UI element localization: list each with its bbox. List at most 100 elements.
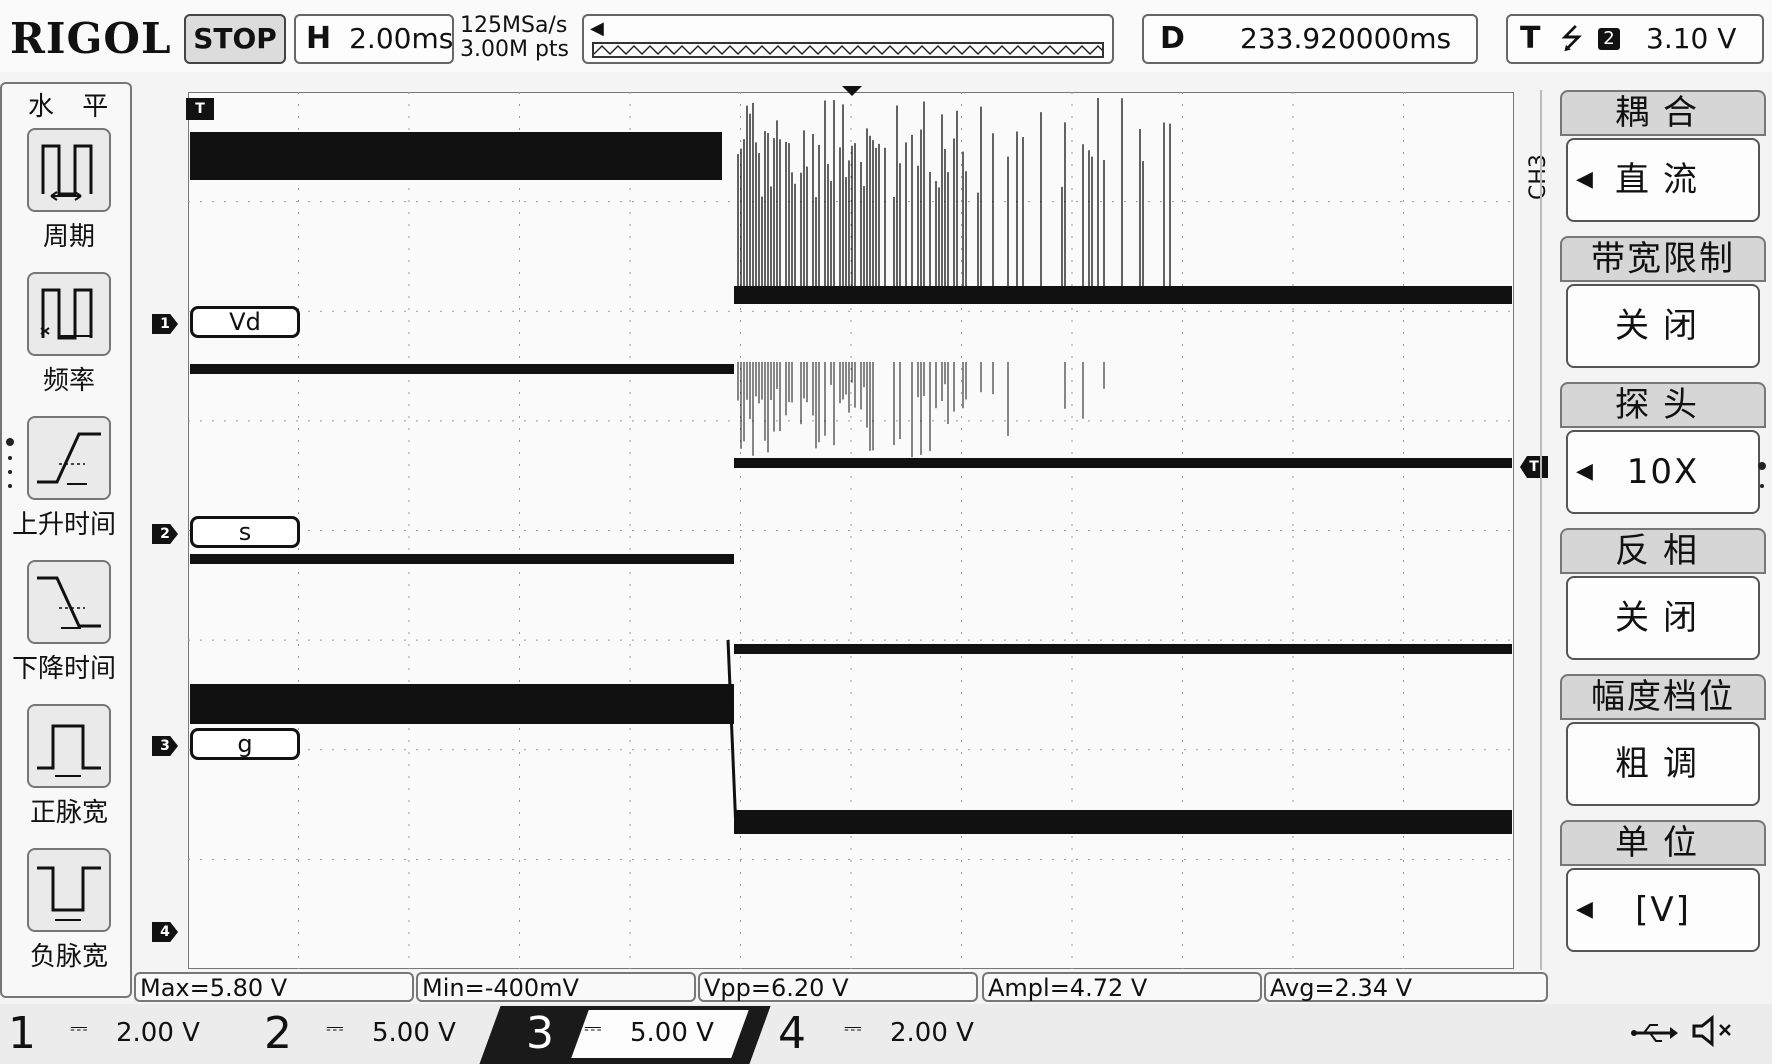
ch1-number[interactable]: 1 <box>8 1008 36 1059</box>
frequency-icon <box>27 272 111 356</box>
measurement-ampl[interactable]: Ampl=4.72 V <box>982 972 1262 1002</box>
ch4-dc-coupling-icon: ⎓ <box>844 1016 862 1041</box>
unit-value: [V] <box>1635 890 1691 930</box>
ch1-dc-coupling-icon: ⎓ <box>70 1016 88 1041</box>
ch3-ground-marker[interactable]: 3 <box>152 736 178 756</box>
ch4-number[interactable]: 4 <box>778 1008 806 1059</box>
volts-div-title: 幅度档位 <box>1560 674 1766 720</box>
probe-title: 探头 <box>1560 382 1766 428</box>
measurement-avg[interactable]: Avg=2.34 V <box>1264 972 1548 1002</box>
ch2-trace-band-active <box>190 364 734 374</box>
measurement-max[interactable]: Max=5.80 V <box>134 972 414 1002</box>
speaker-muted-icon[interactable] <box>1690 1014 1738 1056</box>
ch2-label-tag: s <box>190 516 300 548</box>
unit-menu[interactable]: 单位 ◀ [V] <box>1560 820 1766 958</box>
trigger-source: 2 <box>1598 28 1620 50</box>
memory-depth: 3.00M pts <box>460 37 570 62</box>
positive-width-icon <box>27 704 111 788</box>
left-arrow-icon: ◀ <box>1576 167 1593 192</box>
measurement-vpp[interactable]: Vpp=6.20 V <box>698 972 978 1002</box>
measure-period-button[interactable]: 周期 <box>24 128 114 253</box>
menu-page-dot <box>1760 484 1764 488</box>
negative-width-label: 负脉宽 <box>29 942 108 972</box>
probe-value: 10X <box>1626 452 1700 492</box>
measure-fall-time-button[interactable]: 下降时间 <box>12 560 116 685</box>
unit-title: 单位 <box>1560 820 1766 866</box>
trigger-level: 3.10 V <box>1646 22 1737 55</box>
fall-time-icon <box>27 560 111 644</box>
rise-time-icon <box>27 416 111 500</box>
ch4-ground-marker[interactable]: 4 <box>152 922 178 942</box>
trigger-position-marker[interactable] <box>842 86 862 96</box>
ch2-ground-marker[interactable]: 2 <box>152 524 178 544</box>
bandwidth-limit-menu[interactable]: 带宽限制 关闭 <box>1560 236 1766 374</box>
positive-width-label: 正脉宽 <box>29 798 108 828</box>
timebase-value: 2.00ms <box>349 22 454 55</box>
delay-label: D <box>1160 21 1185 56</box>
ch3-trace-band-high <box>734 644 1512 654</box>
volts-div-menu[interactable]: 幅度档位 粗调 <box>1560 674 1766 812</box>
run-stop-button[interactable]: STOP <box>184 14 286 64</box>
probe-value-button[interactable]: ◀ 10X <box>1566 430 1760 514</box>
ch1-scale[interactable]: 2.00 V <box>116 1018 200 1048</box>
memory-overview-wave <box>592 42 1104 58</box>
ch3-label-tag: g <box>190 728 300 760</box>
ch3-number[interactable]: 3 <box>526 1008 554 1059</box>
ch4-scale[interactable]: 2.00 V <box>890 1018 974 1048</box>
bandwidth-limit-title: 带宽限制 <box>1560 236 1766 282</box>
invert-value-button[interactable]: 关闭 <box>1566 576 1760 660</box>
menu-page-dot <box>8 470 12 474</box>
fall-time-label: 下降时间 <box>12 654 117 684</box>
ch1-label-tag: Vd <box>190 306 300 338</box>
coupling-value-button[interactable]: ◀ 直流 <box>1566 138 1760 222</box>
measure-positive-width-button[interactable]: 正脉宽 <box>24 704 114 829</box>
measure-frequency-button[interactable]: 频率 <box>24 272 114 397</box>
brand-logo: RIGOL <box>10 14 172 63</box>
falling-edge-icon: ⭍ <box>1560 22 1584 55</box>
trigger-time-marker: T <box>186 98 214 120</box>
ch2-number[interactable]: 2 <box>264 1008 292 1059</box>
menu-title: 水 平 <box>28 92 119 122</box>
bandwidth-limit-value-button[interactable]: 关闭 <box>1566 284 1760 368</box>
graticule <box>188 92 1514 969</box>
ch1-ground-marker[interactable]: 1 <box>152 314 178 334</box>
ch3-dc-coupling-icon: ⎓ <box>584 1016 602 1041</box>
ch2-trace-band-idle <box>734 458 1512 468</box>
volts-div-value: 粗调 <box>1615 744 1711 784</box>
invert-value: 关闭 <box>1615 598 1711 638</box>
ch1-trace-band-idle <box>734 286 1512 304</box>
timebase-label: H <box>306 21 332 56</box>
ch4-trace-band-idle <box>734 810 1512 834</box>
left-arrow-icon: ◀ <box>1576 459 1593 484</box>
rise-time-label: 上升时间 <box>12 510 117 540</box>
menu-page-dot <box>8 484 12 488</box>
sample-rate: 125MSa/s <box>460 13 568 38</box>
bandwidth-limit-value: 关闭 <box>1615 306 1711 346</box>
invert-title: 反相 <box>1560 528 1766 574</box>
period-label: 周期 <box>42 222 95 252</box>
left-arrow-icon: ◀ <box>1576 897 1593 922</box>
trigger-position-icon: ◀ <box>590 18 604 39</box>
ch2-scale[interactable]: 5.00 V <box>372 1018 456 1048</box>
memory-overview: ◀ <box>582 14 1114 64</box>
measure-negative-width-button[interactable]: 负脉宽 <box>24 848 114 973</box>
trigger-label: T <box>1520 21 1541 56</box>
unit-value-button[interactable]: ◀ [V] <box>1566 868 1760 952</box>
probe-menu[interactable]: 探头 ◀ 10X <box>1560 382 1766 520</box>
invert-menu[interactable]: 反相 关闭 <box>1560 528 1766 666</box>
menu-page-dot <box>1758 462 1766 470</box>
delay-value: 233.920000ms <box>1240 22 1452 55</box>
ch4-trace-band-active <box>190 684 734 724</box>
delay-display[interactable]: D 233.920000ms <box>1142 14 1478 64</box>
coupling-menu[interactable]: 耦合 ◀ 直流 <box>1560 90 1766 228</box>
measurement-min[interactable]: Min=-400mV <box>416 972 696 1002</box>
trigger-display[interactable]: T ⭍ 2 3.10 V <box>1506 14 1764 64</box>
waveform-display[interactable] <box>188 92 1514 969</box>
menu-page-dot <box>6 438 14 446</box>
timebase-display[interactable]: H 2.00ms <box>294 14 454 64</box>
ch1-trace-band-active <box>190 132 722 180</box>
ch3-trace-band-low <box>190 554 734 564</box>
ch3-scale[interactable]: 5.00 V <box>630 1018 714 1048</box>
measure-rise-time-button[interactable]: 上升时间 <box>12 416 116 541</box>
volts-div-value-button[interactable]: 粗调 <box>1566 722 1760 806</box>
